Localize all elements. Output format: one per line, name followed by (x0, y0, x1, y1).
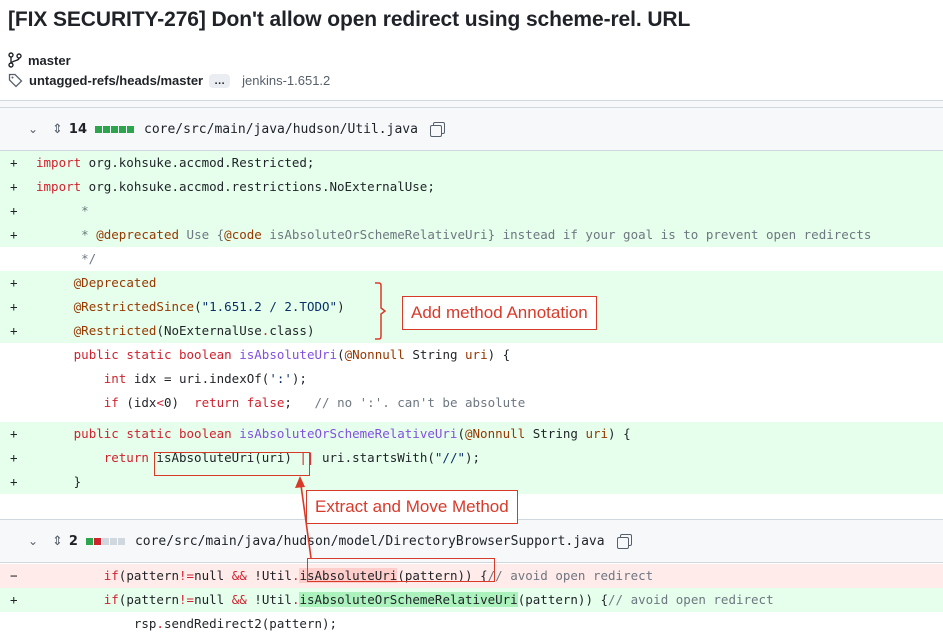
add-annotation-callout: Add method Annotation (402, 296, 597, 330)
tag-icon (8, 73, 23, 88)
copy-icon[interactable] (616, 534, 632, 549)
annotation-bracket (375, 282, 386, 340)
diffstat-bars (95, 125, 134, 133)
diff-line: + * @deprecated Use {@code isAbsoluteOrS… (0, 223, 943, 247)
git-branch-icon (8, 52, 22, 68)
diff-line: if (idx<0) return false; // no ':'. can'… (103, 395, 526, 410)
diff-line: public static boolean isAbsoluteUri(@Non… (73, 347, 511, 362)
diff-line: + @Deprecated (0, 271, 943, 295)
diff-line: rsp.sendRedirect2(pattern); (36, 616, 338, 631)
tag-name[interactable]: jenkins-1.651.2 (242, 73, 330, 88)
chevron-down-icon[interactable]: ⌄ (28, 534, 42, 548)
highlight-isabsoluteuri-call (154, 452, 310, 476)
diff-line: + if(pattern!=null && !Util.isAbsoluteOr… (0, 588, 943, 612)
branch-info: master (8, 52, 71, 68)
commit-title: [FIX SECURITY-276] Don't allow open redi… (8, 8, 691, 31)
diff-line: + import org.kohsuke.accmod.restrictions.… (0, 175, 943, 199)
expand-icon[interactable]: ⇕ (52, 534, 63, 549)
file-header-util[interactable]: ⌄ ⇕ 14 core/src/main/java/hudson/Util.ja… (0, 107, 943, 151)
branch-name[interactable]: master (28, 53, 71, 68)
diff-line: + * (0, 199, 943, 223)
diff-line: + import org.kohsuke.accmod.Restricted; (0, 151, 943, 175)
refs-row: untagged-refs/heads/master … jenkins-1.6… (8, 73, 330, 88)
change-count: 2 (68, 533, 78, 549)
diff-line: + public static boolean isAbsoluteOrSche… (0, 422, 943, 446)
chevron-down-icon[interactable]: ⌄ (28, 122, 42, 136)
expand-icon[interactable]: ⇕ (52, 122, 63, 137)
file-path[interactable]: core/src/main/java/hudson/model/Director… (135, 534, 605, 549)
diff-line: int idx = uri.indexOf(':'); (103, 371, 307, 386)
more-refs-button[interactable]: … (209, 73, 231, 88)
highlight-isabsoluteuri-old (307, 558, 495, 582)
ref-name[interactable]: untagged-refs/heads/master (29, 73, 203, 88)
file-header-dirbrowser[interactable]: ⌄ ⇕ 2 core/src/main/java/hudson/model/Di… (0, 519, 943, 563)
change-count: 14 (68, 121, 87, 137)
diff-line: + return isAbsoluteUri(uri) || uri.start… (0, 446, 943, 470)
diff-line: */ (36, 251, 97, 266)
extract-move-callout: Extract and Move Method (306, 490, 518, 524)
diffstat-bars (85, 537, 125, 545)
copy-icon[interactable] (429, 122, 445, 137)
file-path[interactable]: core/src/main/java/hudson/Util.java (144, 122, 418, 137)
